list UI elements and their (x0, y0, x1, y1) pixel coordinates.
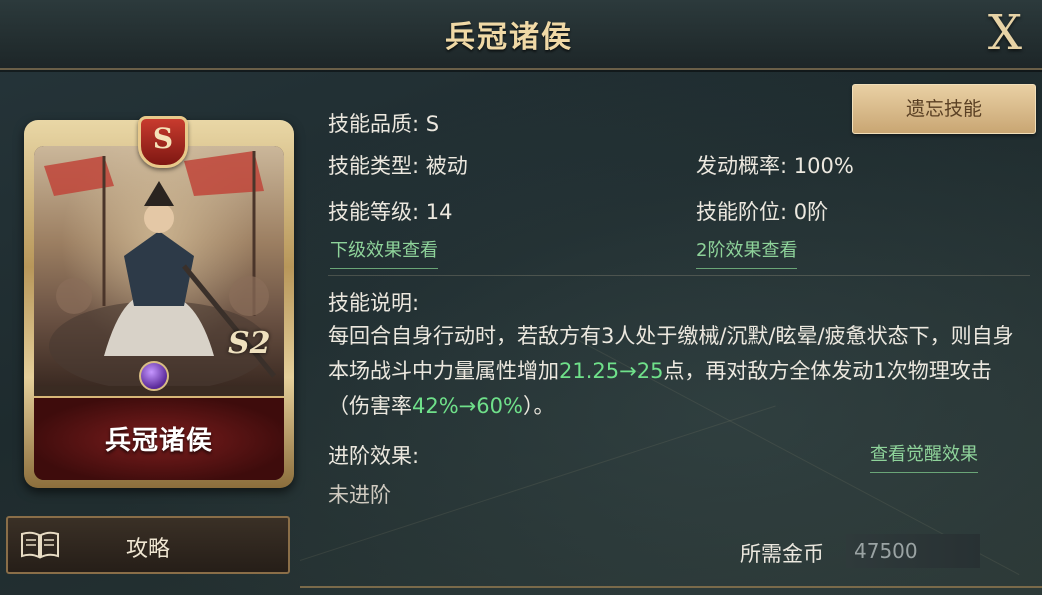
skill-detail-window: 兵冠诸侯 X 兵冠诸侯 S S2 攻略 遗忘技能 技能品质: S 技能类型: 被… (0, 0, 1042, 595)
next-level-effect-link[interactable]: 下级效果查看 (330, 236, 438, 269)
advance-effect-value: 未进阶 (328, 483, 391, 507)
guide-button[interactable]: 攻略 (6, 516, 290, 574)
window-title: 兵冠诸侯 (445, 20, 573, 55)
skill-quality: 技能品质: S (328, 112, 440, 136)
skill-type: 技能类型: 被动 (328, 154, 468, 178)
card-name: 兵冠诸侯 (104, 426, 213, 456)
cost-value: 47500 (846, 534, 980, 568)
strength-bonus-value: 21.25→25 (559, 359, 664, 383)
season-mark: S2 (228, 326, 271, 361)
guide-button-label: 攻略 (125, 537, 170, 562)
forget-skill-label: 遗忘技能 (905, 98, 982, 120)
card-frame: 兵冠诸侯 (34, 146, 284, 480)
advance-effect-label: 进阶效果: (328, 444, 420, 468)
title-bar: 兵冠诸侯 X (0, 0, 1042, 70)
skill-card: 兵冠诸侯 S (24, 116, 294, 488)
skill-level: 技能等级: 14 (328, 200, 453, 224)
cost-label: 所需金币 (740, 542, 824, 566)
skill-description: 每回合自身行动时，若敌方有3人处于缴械/沉默/眩晕/疲惫状态下，则自身本场战斗中… (328, 319, 1018, 424)
skill-tier: 技能阶位: 0阶 (696, 200, 829, 224)
close-button[interactable]: X (980, 6, 1030, 60)
tier2-effect-link[interactable]: 2阶效果查看 (696, 236, 798, 269)
gem-icon (139, 361, 169, 391)
grade-badge: S (138, 116, 188, 168)
trigger-rate: 发动概率: 100% (696, 154, 854, 178)
divider (328, 275, 1030, 276)
bottom-border (300, 586, 1042, 588)
desc-text: ）。 (522, 394, 555, 418)
view-awakening-effect-link[interactable]: 查看觉醒效果 (870, 440, 978, 473)
damage-rate-value: 42%→60% (412, 394, 523, 418)
forget-skill-button[interactable]: 遗忘技能 (852, 84, 1036, 134)
skill-desc-label: 技能说明: (328, 291, 420, 315)
card-name-panel: 兵冠诸侯 (34, 396, 284, 480)
